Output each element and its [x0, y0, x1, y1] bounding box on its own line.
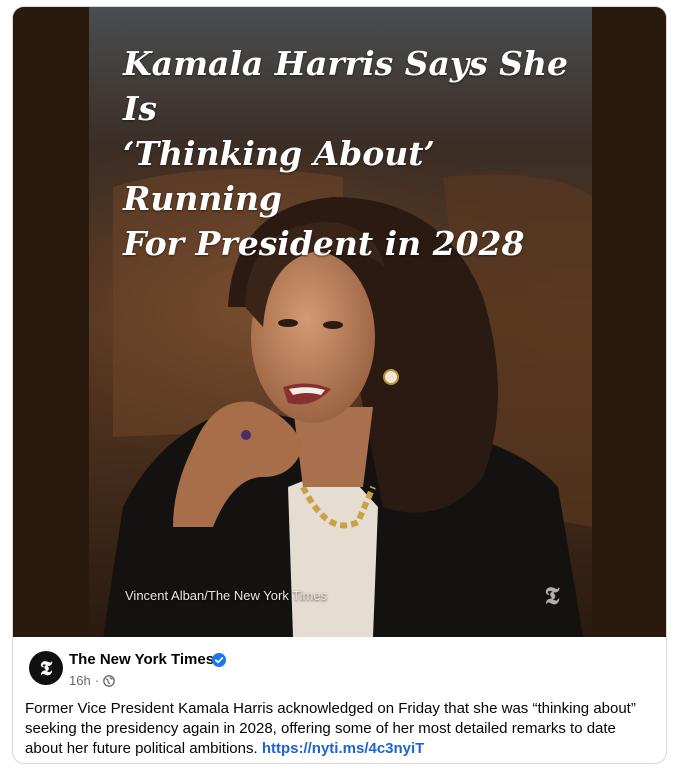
headline-line-1: Kamala Harris Says She Is — [123, 44, 568, 128]
post-meta: 16h · — [69, 673, 115, 688]
post-caption: Former Vice President Kamala Harris ackn… — [25, 699, 653, 759]
headline-line-2: ‘Thinking About’ Running — [123, 134, 435, 218]
image-headline: Kamala Harris Says She Is ‘Thinking Abou… — [123, 41, 593, 266]
avatar[interactable]: 𝕿 — [29, 651, 63, 685]
meta-separator: · — [94, 673, 100, 688]
caption-link[interactable]: https://nyti.ms/4c3nyiT — [262, 740, 425, 757]
post-card: Kamala Harris Says She Is ‘Thinking Abou… — [12, 6, 667, 764]
nyt-watermark-logo: 𝕿 — [544, 581, 560, 610]
headline-line-3: For President in 2028 — [123, 224, 525, 263]
globe-icon[interactable] — [103, 674, 115, 687]
post-footer: 𝕿 The New York Times 16h · Former Vice P… — [13, 637, 666, 763]
verified-badge-icon — [212, 653, 226, 667]
post-timestamp[interactable]: 16h — [69, 673, 91, 688]
page-name[interactable]: The New York Times — [69, 651, 214, 668]
photo-credit: Vincent Alban/The New York Times — [125, 588, 328, 603]
post-image[interactable]: Kamala Harris Says She Is ‘Thinking Abou… — [13, 7, 666, 637]
